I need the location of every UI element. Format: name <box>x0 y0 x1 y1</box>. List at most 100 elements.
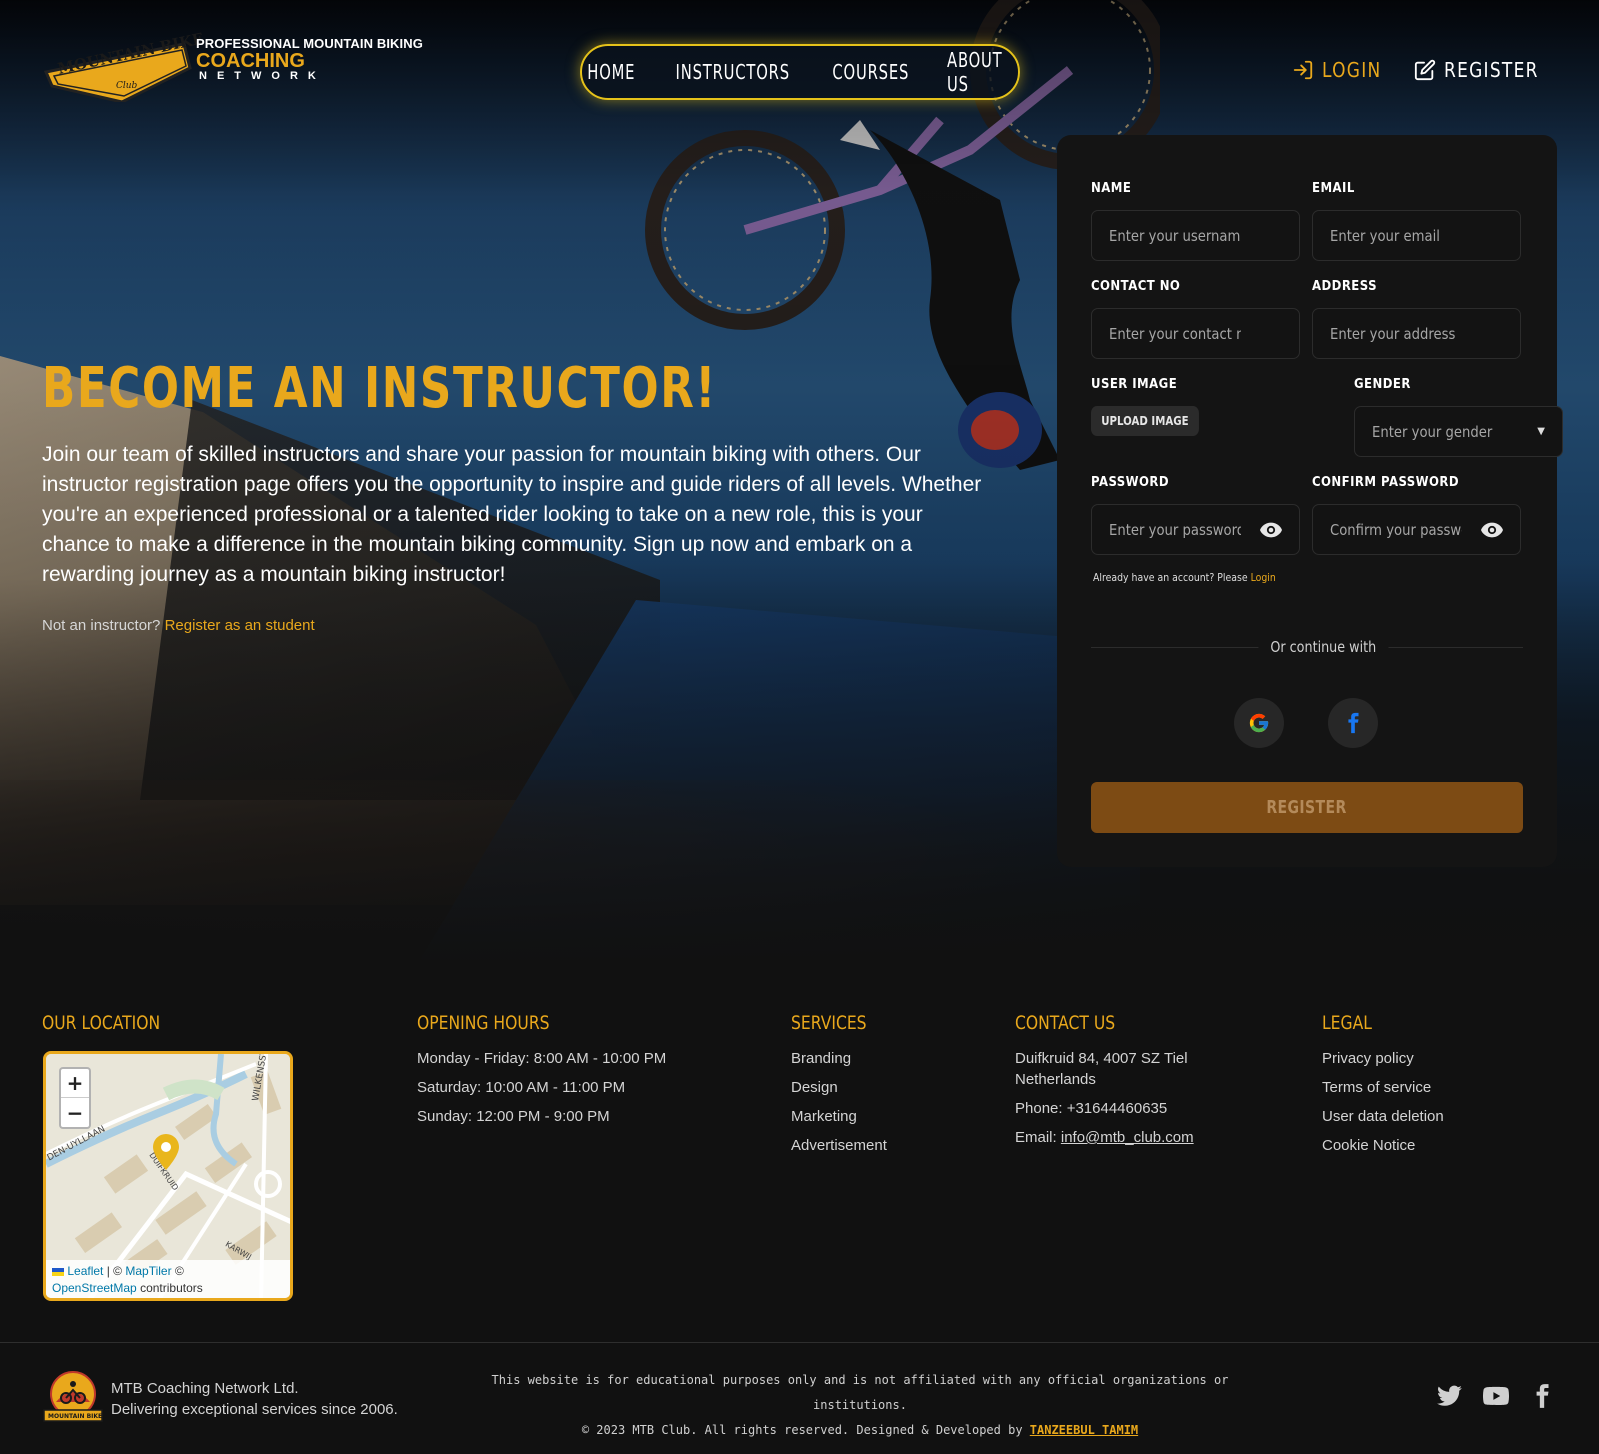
contact-email-prefix: Email: <box>1015 1129 1057 1146</box>
hours-title: OPENING HOURS <box>417 1012 550 1034</box>
company-tagline: Delivering exceptional services since 20… <box>111 1401 398 1418</box>
zoom-in-button[interactable]: + <box>61 1069 89 1098</box>
eye-icon[interactable] <box>1260 522 1282 538</box>
confirm-password-input[interactable] <box>1330 520 1462 539</box>
register-button-label: REGISTER <box>1266 797 1348 818</box>
contact-title: CONTACT US <box>1015 1012 1116 1034</box>
footer-location: OUR LOCATION <box>42 1012 186 1048</box>
contact-field: CONTACT NO <box>1091 279 1300 359</box>
register-label: REGISTER <box>1443 58 1539 82</box>
contact-email: Email: info@mtb_club.com <box>1015 1127 1194 1148</box>
contact-email-link[interactable]: info@mtb_club.com <box>1061 1129 1194 1146</box>
disclaimer-text: This website is for educational purposes… <box>491 1373 1229 1412</box>
hours-item: Saturday: 10:00 AM - 11:00 PM <box>417 1079 626 1096</box>
chevron-down-icon: ▼ <box>1537 426 1545 437</box>
login-arrow-icon <box>1293 60 1312 80</box>
continue-with-label: Or continue with <box>1258 638 1389 656</box>
service-link-marketing[interactable]: Marketing <box>791 1106 887 1127</box>
facebook-login-button[interactable] <box>1328 698 1378 748</box>
logo-line-1: PROFESSIONAL MOUNTAIN BIKING <box>196 36 423 51</box>
contact-address-line-2: Netherlands <box>1015 1071 1096 1088</box>
location-map[interactable]: WILKENSSTR DEN-UYLLAAN DUIFKRUID KARWIJ … <box>43 1051 293 1301</box>
service-link-advertisement[interactable]: Advertisement <box>791 1135 887 1156</box>
social-links <box>1437 1383 1555 1409</box>
footer-logo-text: MOUNTAIN BIKE <box>48 1413 103 1420</box>
name-label: NAME <box>1091 181 1132 196</box>
google-login-button[interactable] <box>1234 698 1284 748</box>
developer-link[interactable]: TANZEEBUL TAMIM <box>1030 1423 1138 1437</box>
hero-description: Join our team of skilled instructors and… <box>42 443 982 586</box>
footer-contact: CONTACT US Duifkruid 84, 4007 SZ Tiel Ne… <box>1015 1012 1194 1156</box>
footer-divider <box>0 1342 1599 1343</box>
register-link[interactable]: REGISTER <box>1414 58 1555 82</box>
footer-disclaimer: This website is for educational purposes… <box>460 1368 1260 1443</box>
confirm-password-label: CONFIRM PASSWORD <box>1312 475 1460 490</box>
footer-hours: OPENING HOURS Monday - Friday: 8:00 AM -… <box>417 1012 666 1135</box>
map-zoom-control: + − <box>59 1067 91 1129</box>
twitter-icon[interactable] <box>1437 1383 1463 1409</box>
address-label: ADDRESS <box>1312 279 1377 294</box>
contact-input[interactable] <box>1109 324 1241 343</box>
gender-field: GENDER Enter your gender ▼ <box>1354 377 1563 457</box>
service-link-branding[interactable]: Branding <box>791 1048 887 1069</box>
facebook-icon <box>1348 712 1359 734</box>
map-attr-separator: | © <box>106 1264 123 1278</box>
facebook-icon[interactable] <box>1529 1383 1555 1409</box>
upload-image-button[interactable]: UPLOAD IMAGE <box>1091 406 1199 436</box>
login-prompt-text: Already have an account? Please <box>1093 571 1248 584</box>
password-field: PASSWORD <box>1091 475 1300 555</box>
nav-about-us[interactable]: ABOUT US <box>947 48 1011 96</box>
footer-logo: MOUNTAIN BIKE <box>42 1368 104 1430</box>
ukraine-flag-icon <box>52 1267 64 1276</box>
leaflet-link[interactable]: Leaflet <box>67 1264 103 1278</box>
contact-address-line-1: Duifkruid 84, 4007 SZ Tiel <box>1015 1050 1188 1067</box>
zoom-out-button[interactable]: − <box>61 1098 89 1127</box>
osm-link[interactable]: OpenStreetMap <box>52 1281 137 1295</box>
eye-icon[interactable] <box>1481 522 1503 538</box>
site-logo[interactable]: MOUNTAIN BIKE Club PROFESSIONAL MOUNTAIN… <box>44 29 444 104</box>
service-link-design[interactable]: Design <box>791 1077 887 1098</box>
map-attribution: Leaflet | © MapTiler © OpenStreetMap con… <box>46 1260 290 1298</box>
address-field: ADDRESS <box>1312 279 1521 359</box>
name-field: NAME <box>1091 181 1300 261</box>
map-pin-icon[interactable] <box>153 1134 179 1170</box>
services-title: SERVICES <box>791 1012 867 1034</box>
email-field: EMAIL <box>1312 181 1521 261</box>
register-button[interactable]: REGISTER <box>1091 782 1523 833</box>
gender-select[interactable]: Enter your gender ▼ <box>1354 406 1563 457</box>
user-image-label: USER IMAGE <box>1091 377 1178 392</box>
email-label: EMAIL <box>1312 181 1355 196</box>
gender-label: GENDER <box>1354 377 1411 392</box>
student-register-link[interactable]: Register as an student <box>165 617 315 634</box>
contact-phone: Phone: +31644460635 <box>1015 1100 1168 1117</box>
map-attr-copy: © <box>174 1264 184 1278</box>
footer-legal: LEGAL Privacy policy Terms of service Us… <box>1322 1012 1444 1164</box>
login-prompt: Already have an account? Please Login <box>1093 571 1276 584</box>
footer-services: SERVICES Branding Design Marketing Adver… <box>791 1012 887 1164</box>
legal-link-privacy[interactable]: Privacy policy <box>1322 1048 1444 1069</box>
maptiler-link[interactable]: MapTiler <box>125 1264 171 1278</box>
nav-courses[interactable]: COURSES <box>833 60 910 84</box>
legal-title: LEGAL <box>1322 1012 1372 1034</box>
page-title: BECOME AN INSTRUCTOR! <box>42 356 717 421</box>
contact-label: CONTACT NO <box>1091 279 1181 294</box>
main-nav: HOME INSTRUCTORS COURSES ABOUT US <box>580 44 1020 100</box>
nav-home[interactable]: HOME <box>587 60 635 84</box>
student-register-prefix: Not an instructor? <box>42 617 161 634</box>
location-title: OUR LOCATION <box>42 1012 161 1034</box>
copyright: © 2023 MTB Club. All rights reserved. De… <box>460 1418 1260 1443</box>
legal-link-cookie[interactable]: Cookie Notice <box>1322 1135 1444 1156</box>
password-input[interactable] <box>1109 520 1241 539</box>
map-attr-contributors: contributors <box>140 1281 203 1295</box>
hours-item: Monday - Friday: 8:00 AM - 10:00 PM <box>417 1050 667 1067</box>
legal-link-data-deletion[interactable]: User data deletion <box>1322 1106 1444 1127</box>
confirm-password-field: CONFIRM PASSWORD <box>1312 475 1521 555</box>
address-input[interactable] <box>1330 324 1462 343</box>
email-input[interactable] <box>1330 226 1462 245</box>
legal-link-terms[interactable]: Terms of service <box>1322 1077 1444 1098</box>
login-link[interactable]: LOGIN <box>1292 58 1392 82</box>
login-prompt-link[interactable]: Login <box>1251 571 1276 584</box>
youtube-icon[interactable] <box>1483 1383 1509 1409</box>
name-input[interactable] <box>1109 226 1241 245</box>
nav-instructors[interactable]: INSTRUCTORS <box>675 60 789 84</box>
